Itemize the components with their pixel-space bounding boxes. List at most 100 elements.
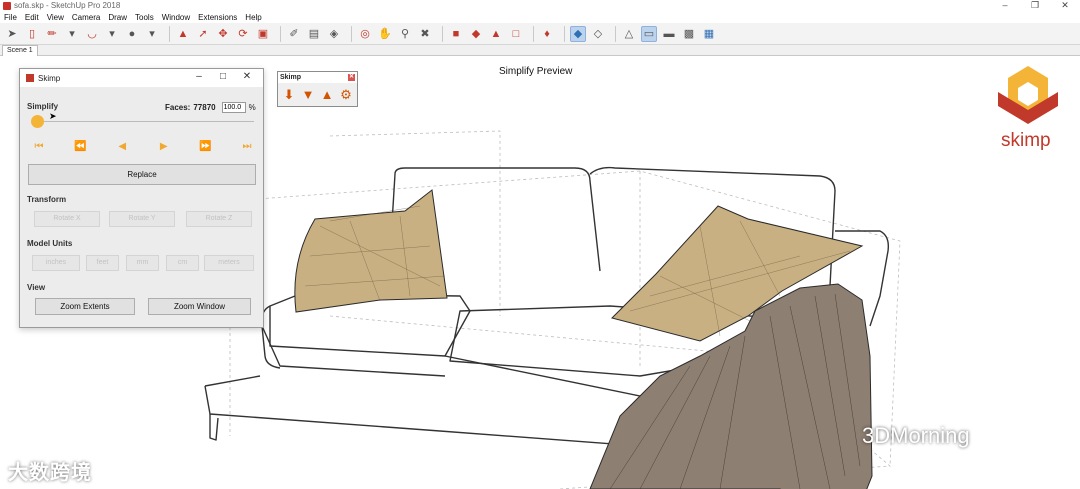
minimize-icon[interactable]: – [990,0,1020,11]
zoom-window-button[interactable]: Zoom Window [148,298,251,315]
import-icon[interactable]: ⬇ [281,87,297,103]
toolbar-separator [615,25,616,42]
window-titlebar: sofa.skp - SketchUp Pro 2018 – ❐ ✕ [0,0,1080,11]
paint-bucket-icon[interactable]: ◈ [326,26,342,42]
maximize-icon[interactable]: ❐ [1020,0,1050,11]
menu-view[interactable]: View [47,13,64,22]
faces-label: Faces: [165,103,191,112]
select-tool-icon[interactable]: ➤ [4,26,20,42]
extension-manager-icon[interactable]: ♦ [539,26,555,42]
menu-extensions[interactable]: Extensions [198,13,237,22]
menu-file[interactable]: File [4,13,17,22]
zoom-icon[interactable]: ⚲ [397,26,413,42]
menu-help[interactable]: Help [245,13,261,22]
mouse-cursor-icon: ➤ [49,111,57,121]
hidden-line-style-icon[interactable]: ▭ [641,25,657,42]
eraser-tool-icon[interactable]: ▯ [24,26,40,42]
simplify-icon[interactable]: ▼ [300,87,316,103]
skimp-toolbar-header: Skimp ✕ [278,72,357,83]
transform-label: Transform [27,195,67,204]
arc-dropdown-icon[interactable]: ▾ [104,26,120,42]
percent-sign: % [248,103,256,112]
preview-title: Simplify Preview [499,66,573,77]
fast-forward-icon[interactable]: ⏩ [198,141,212,152]
rotate-x-button[interactable]: Rotate X [34,211,100,227]
units-meters-button[interactable]: meters [204,255,254,271]
scene-tab[interactable]: Scene 1 [2,45,38,56]
textured-style-icon[interactable]: ▩ [681,26,697,42]
tape-measure-icon[interactable]: ✐ [286,26,302,42]
skimp-logo-text: skimp [1001,130,1051,151]
arc-tool-icon[interactable]: ◡ [84,26,100,42]
shape-dropdown-icon[interactable]: ▾ [144,26,160,42]
rotate-tool-icon[interactable]: ⟳ [235,26,251,42]
toolbar-separator [280,25,281,42]
replace-button[interactable]: Replace [28,164,256,185]
rewind-icon[interactable]: ⏪ [74,141,88,152]
minimize-icon[interactable]: – [187,71,211,82]
window-controls: – ❐ ✕ [990,0,1080,11]
model-units-label: Model Units [27,239,73,248]
main-toolbar: ➤ ▯ ✏ ▾ ◡ ▾ ● ▾ ▲ ➚ ✥ ⟳ ▣ ✐ ▤ ◈ ◎ ✋ ⚲ ✖ … [0,23,1080,45]
menu-edit[interactable]: Edit [25,13,39,22]
faces-readout: Faces: 77870 % [165,102,256,113]
skimp-toolbar-icons: ⬇ ▼ ▲ ⚙ [278,83,357,107]
pan-icon[interactable]: ✋ [377,26,393,42]
toolbar-separator [442,25,443,42]
extension-warehouse-icon[interactable]: ◆ [468,26,484,42]
playback-controls: ⏮ ⏪ ◀ ▶ ⏩ ⏭ [32,141,254,152]
units-cm-button[interactable]: cm [166,255,199,271]
wireframe-style-icon[interactable]: △ [621,26,637,42]
share-model-icon[interactable]: ▲ [488,26,504,42]
close-icon[interactable]: ✕ [348,74,355,81]
orbit-icon[interactable]: ◎ [357,26,373,42]
menu-window[interactable]: Window [162,13,190,22]
step-back-icon[interactable]: ◀ [115,141,129,152]
skimp-floating-toolbar: Skimp ✕ ⬇ ▼ ▲ ⚙ [277,71,358,107]
dialog-controls: – □ ✕ [187,71,259,82]
sketchup-app-icon [3,1,11,10]
back-edges-style-icon[interactable]: ◇ [590,26,606,42]
close-icon[interactable]: ✕ [235,71,259,82]
units-mm-button[interactable]: mm [126,255,159,271]
skimp-dialog: Skimp – □ ✕ Simplify Faces: 77870 % ➤ ⏮ … [19,68,264,328]
layout-icon[interactable]: □ [508,26,524,42]
rotate-z-button[interactable]: Rotate Z [186,211,252,227]
warehouse-icon[interactable]: ■ [448,26,464,42]
units-feet-button[interactable]: feet [86,255,119,271]
push-pull-icon[interactable]: ▲ [175,26,191,42]
percent-input[interactable] [221,102,246,113]
units-inches-button[interactable]: inches [32,255,80,271]
view-label: View [27,283,46,292]
shaded-style-icon[interactable]: ▬ [661,26,677,42]
batch-icon[interactable]: ▲ [319,87,335,103]
menu-tools[interactable]: Tools [135,13,154,22]
line-dropdown-icon[interactable]: ▾ [64,26,80,42]
zoom-extents-button[interactable]: Zoom Extents [35,298,135,315]
move-tool-icon[interactable]: ✥ [215,26,231,42]
step-forward-icon[interactable]: ▶ [157,141,171,152]
rotate-y-button[interactable]: Rotate Y [109,211,175,227]
line-tool-icon[interactable]: ✏ [44,26,60,42]
zoom-extents-icon[interactable]: ✖ [417,26,433,42]
watermark-right: 3DMorning [862,423,970,448]
first-icon[interactable]: ⏮ [32,141,46,152]
monochrome-style-icon[interactable]: ▦ [701,26,717,42]
shape-tool-icon[interactable]: ● [124,26,140,42]
simplify-slider-knob[interactable] [31,115,44,128]
menu-camera[interactable]: Camera [72,13,100,22]
last-icon[interactable]: ⏭ [240,141,254,152]
text-tool-icon[interactable]: ▤ [306,26,322,42]
close-icon[interactable]: ✕ [1050,0,1080,11]
simplify-label: Simplify [27,102,59,111]
toolbar-separator [533,25,534,42]
skimp-app-icon [26,74,34,82]
follow-me-icon[interactable]: ➚ [195,26,211,42]
xray-style-icon[interactable]: ◆ [570,25,586,42]
settings-icon[interactable]: ⚙ [338,87,354,103]
menu-draw[interactable]: Draw [108,13,127,22]
scale-tool-icon[interactable]: ▣ [255,26,271,42]
simplify-slider-track[interactable] [32,121,254,122]
maximize-icon[interactable]: □ [211,71,235,82]
skimp-toolbar-title: Skimp [280,74,302,81]
